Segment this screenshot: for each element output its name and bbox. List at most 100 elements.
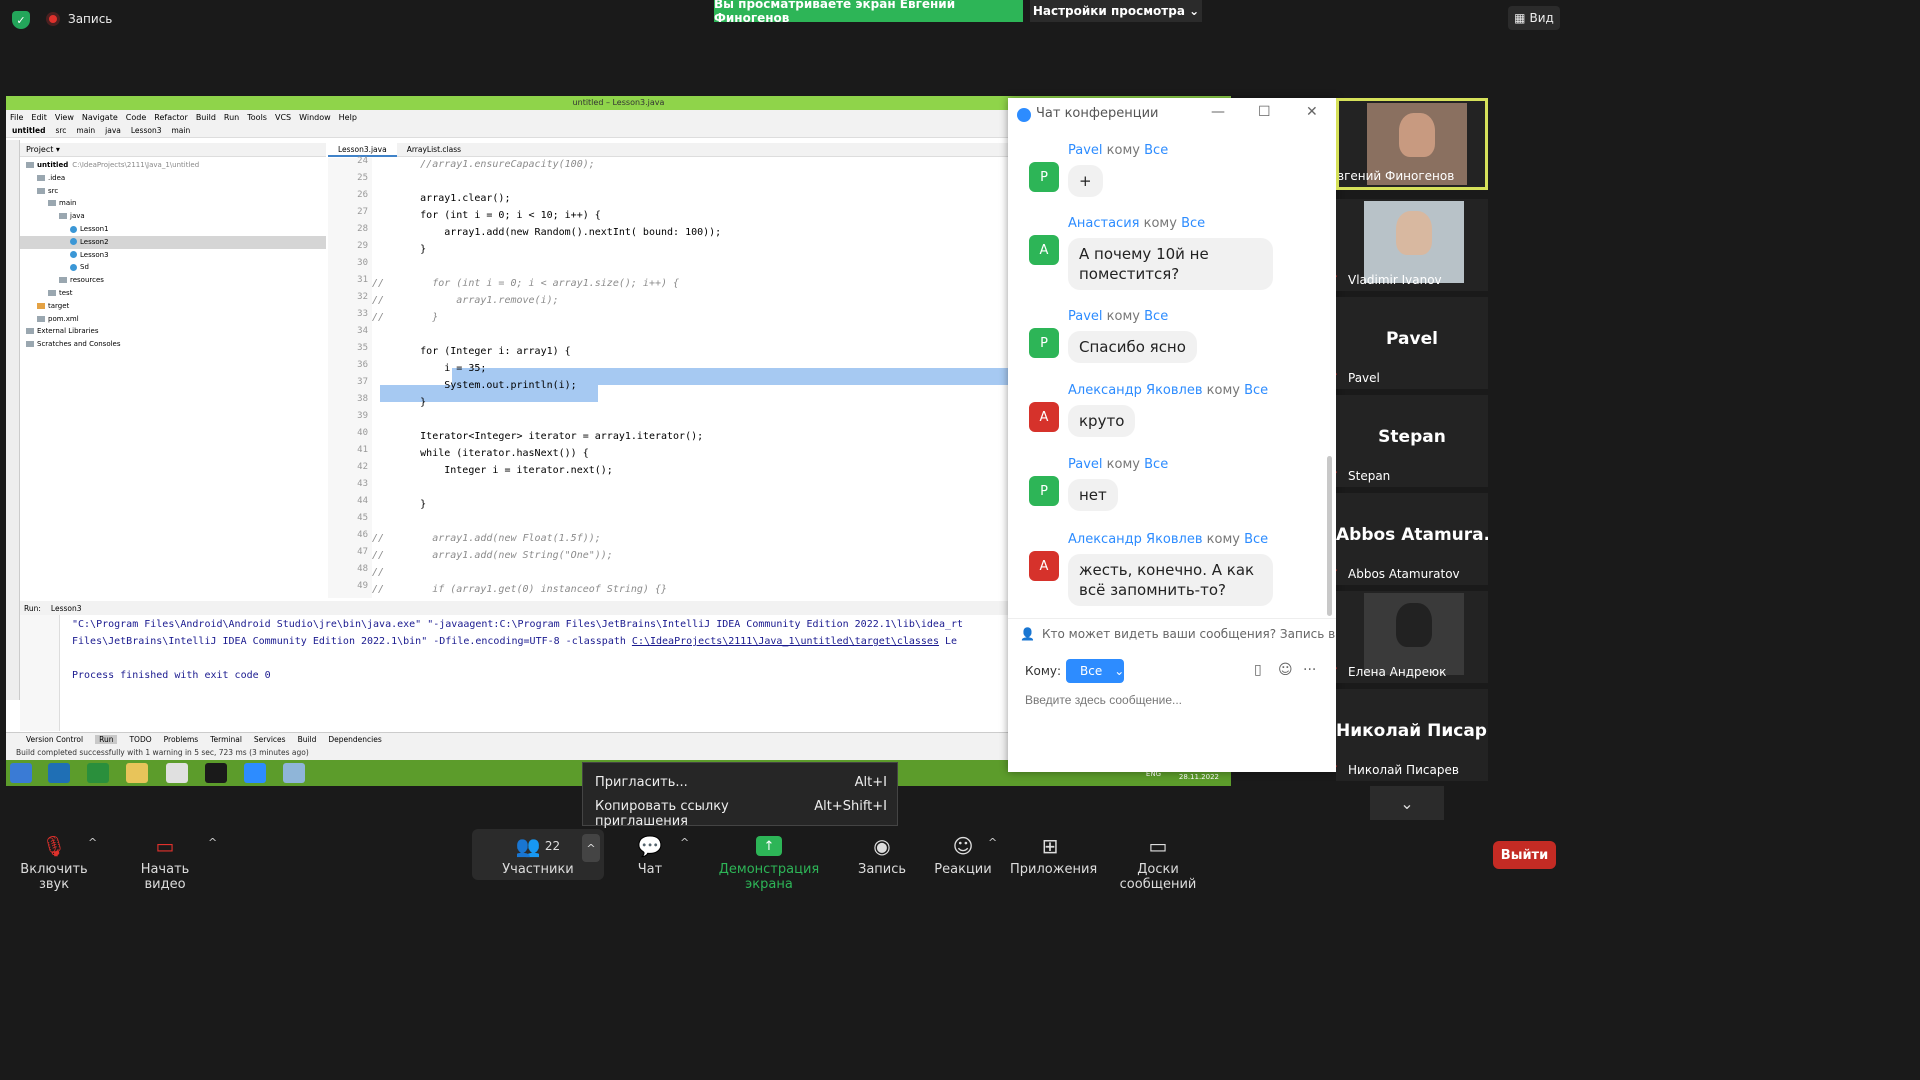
more-icon[interactable]: ··· <box>1303 662 1316 678</box>
participant-tile[interactable]: ⁄ Елена Андреюк <box>1336 591 1488 683</box>
participant-tile[interactable]: ⁄ Vladimir Ivanov <box>1336 199 1488 291</box>
ide-menu-item[interactable]: File <box>10 113 23 122</box>
minimize-icon[interactable]: — <box>1211 104 1225 120</box>
breadcrumb-item[interactable]: java <box>105 126 121 135</box>
copy-link-menu-item[interactable]: Копировать ссылку приглашения Alt+Shift+I <box>595 799 887 829</box>
tree-node[interactable]: main <box>48 197 77 210</box>
recipient-all[interactable]: Все <box>1144 457 1168 472</box>
tree-node[interactable]: .idea <box>37 172 65 185</box>
participants-button[interactable]: 👥 22 Участники <box>500 833 576 877</box>
participant-tile[interactable]: Abbos Atamura... ⁄ Abbos Atamuratov <box>1336 493 1488 585</box>
tree-node[interactable]: Lesson2 <box>20 235 326 249</box>
maximize-icon[interactable]: ☐ <box>1258 104 1271 120</box>
chat-button[interactable]: 💬 Чат <box>630 833 670 877</box>
tree-node[interactable]: Scratches and Consoles <box>26 338 121 351</box>
app-icon[interactable] <box>283 763 305 783</box>
explorer-icon[interactable] <box>126 763 148 783</box>
ide-menu-item[interactable]: Window <box>299 113 331 122</box>
ide-menu-item[interactable]: Edit <box>31 113 47 122</box>
editor-tab[interactable]: ArrayList.class <box>397 143 471 157</box>
sender-name[interactable]: Pavel <box>1068 309 1103 324</box>
project-panel-header[interactable]: Project ▾ <box>20 143 326 157</box>
tree-node[interactable]: target <box>37 300 69 313</box>
ide-menu-item[interactable]: Run <box>224 113 239 122</box>
ide-menu-item[interactable]: Tools <box>247 113 267 122</box>
participant-tile[interactable]: вгений Финогенов <box>1336 98 1488 190</box>
tree-node[interactable]: pom.xml <box>37 313 79 326</box>
ide-menu-item[interactable]: Code <box>126 113 146 122</box>
ide-menu-item[interactable]: View <box>55 113 74 122</box>
sender-name[interactable]: Александр Яковлев <box>1068 383 1203 398</box>
breadcrumb-item[interactable]: main <box>76 126 95 135</box>
tool-window-tab[interactable]: Services <box>254 735 286 744</box>
emoji-icon[interactable]: ☺ <box>1278 662 1293 678</box>
tree-node[interactable]: resources <box>59 274 104 287</box>
run-toolbar[interactable] <box>20 615 60 731</box>
close-icon[interactable]: ✕ <box>1306 104 1318 120</box>
store-icon[interactable] <box>87 763 109 783</box>
unmute-button[interactable]: 🎙 Включить звук <box>10 833 98 892</box>
ide-menu-item[interactable]: Help <box>339 113 357 122</box>
tree-node[interactable]: Lesson1 <box>70 223 109 236</box>
tree-node[interactable]: External Libraries <box>26 325 99 338</box>
ide-menu-item[interactable]: Navigate <box>82 113 118 122</box>
chat-caret-icon[interactable]: ^ <box>680 836 689 849</box>
whiteboards-button[interactable]: ▭ Доски сообщений <box>1102 833 1214 892</box>
reactions-caret-icon[interactable]: ^ <box>988 836 997 849</box>
invite-menu-item[interactable]: Пригласить... Alt+I <box>595 775 887 790</box>
recipient-all[interactable]: Все <box>1244 532 1268 547</box>
view-settings-button[interactable]: Настройки просмотра ⌄ <box>1030 0 1202 22</box>
reactions-button[interactable]: ☺ Реакции <box>934 833 992 877</box>
scroll-down-chevron-icon[interactable]: ⌄ <box>1370 786 1444 820</box>
tree-node[interactable]: java <box>59 210 85 223</box>
ie-icon[interactable] <box>48 763 70 783</box>
video-options-caret-icon[interactable]: ^ <box>208 836 217 849</box>
zoom-icon[interactable] <box>244 763 266 783</box>
chat-scrollbar[interactable] <box>1327 456 1332 616</box>
tree-node[interactable]: Lesson3 <box>70 249 109 262</box>
breadcrumb-item[interactable]: src <box>55 126 66 135</box>
windows-start-icon[interactable] <box>10 763 32 783</box>
code-editor[interactable]: //array1.ensureCapacity(100); array1.cle… <box>372 158 1008 598</box>
breadcrumb-item[interactable]: Lesson3 <box>131 126 162 135</box>
share-screen-button[interactable]: ↑ Демонстрация экрана <box>704 833 834 892</box>
ide-menu-item[interactable]: VCS <box>275 113 291 122</box>
audio-options-caret-icon[interactable]: ^ <box>88 836 97 849</box>
record-button[interactable]: ◉ Запись <box>858 833 906 877</box>
recipient-all[interactable]: Все <box>1144 309 1168 324</box>
sender-name[interactable]: Pavel <box>1068 457 1103 472</box>
participant-tile[interactable]: Stepan ⁄ Stepan <box>1336 395 1488 487</box>
file-icon[interactable]: ▯ <box>1254 662 1262 678</box>
tool-window-tab[interactable]: Terminal <box>210 735 242 744</box>
yandex-icon[interactable] <box>166 763 188 783</box>
tree-node[interactable]: Sd <box>70 261 89 274</box>
editor-tab[interactable]: Lesson3.java <box>328 142 397 157</box>
ide-menu-item[interactable]: Build <box>196 113 216 122</box>
recipient-all[interactable]: Все <box>1244 383 1268 398</box>
tree-node[interactable]: test <box>48 287 72 300</box>
tool-window-tab[interactable]: Run <box>95 735 118 744</box>
breadcrumb-item[interactable]: main <box>171 126 190 135</box>
tree-node[interactable]: src <box>37 185 58 198</box>
security-shield-icon[interactable]: ✓ <box>12 11 30 29</box>
tree-node[interactable]: untitled C:\IdeaProjects\2111\Java_1\unti… <box>26 159 199 172</box>
tool-window-tab[interactable]: TODO <box>129 735 151 744</box>
tool-window-tab[interactable]: Build <box>298 735 317 744</box>
recipient-all[interactable]: Все <box>1181 216 1205 231</box>
tool-window-tab[interactable]: Problems <box>164 735 199 744</box>
recipient-select[interactable]: Все ⌄ <box>1066 659 1124 683</box>
message-input[interactable] <box>1025 690 1325 710</box>
breadcrumb-item[interactable]: untitled <box>12 126 45 135</box>
project-tool-strip[interactable] <box>6 140 20 700</box>
tool-window-tab[interactable]: Version Control <box>26 735 83 744</box>
who-can-see-notice[interactable]: 👤 Кто может видеть ваши сообщения? Запись… <box>1008 618 1336 648</box>
run-tab[interactable]: Lesson3 <box>51 604 82 613</box>
apps-button[interactable]: ⊞ Приложения <box>1010 833 1097 877</box>
participants-caret-icon[interactable]: ^ <box>582 834 600 862</box>
sender-name[interactable]: Pavel <box>1068 143 1103 158</box>
tool-window-tab[interactable]: Dependencies <box>328 735 381 744</box>
leave-button[interactable]: Выйти <box>1493 841 1556 869</box>
ide-menu-item[interactable]: Refactor <box>154 113 188 122</box>
start-video-button[interactable]: ▭ Начать видео <box>122 833 208 892</box>
classpath-link[interactable]: C:\IdeaProjects\2111\Java_1\untitled\tar… <box>632 636 939 647</box>
